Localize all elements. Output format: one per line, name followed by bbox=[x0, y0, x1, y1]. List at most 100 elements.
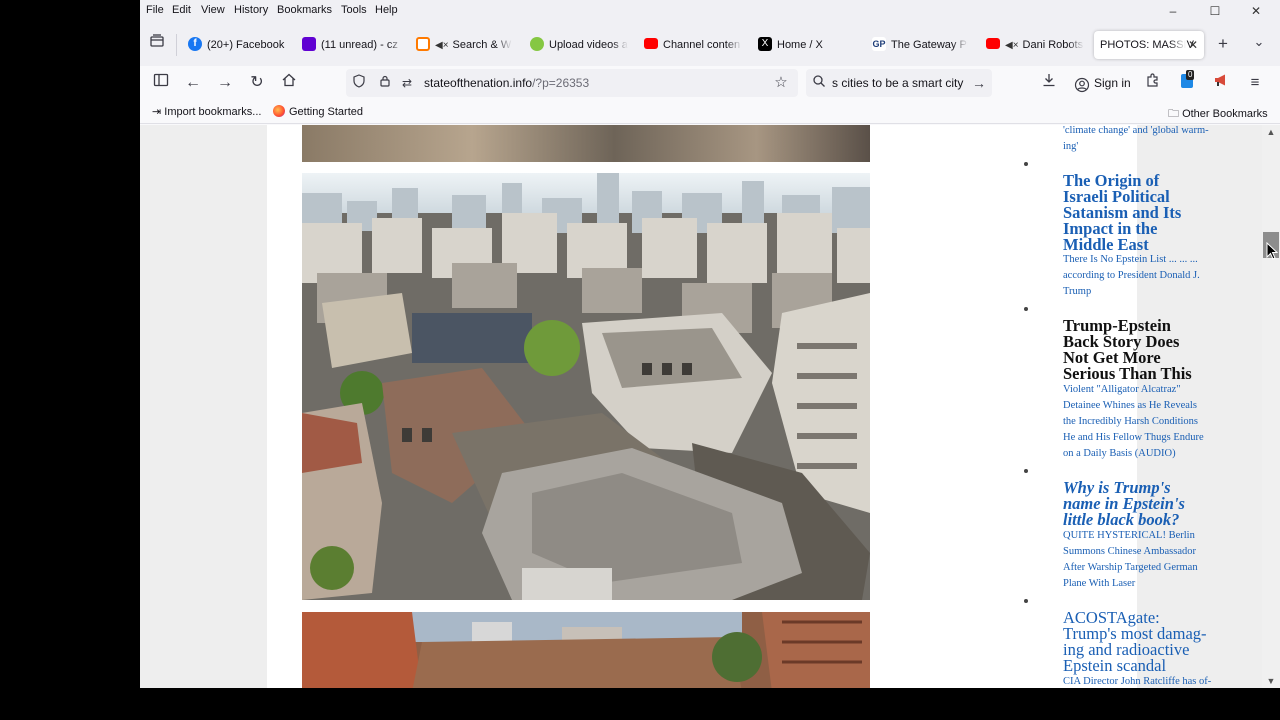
tab-dani-robots[interactable]: ◀× Dani Robots bbox=[986, 31, 1084, 59]
lock-icon[interactable] bbox=[374, 72, 396, 94]
sidebar-toggle-icon[interactable] bbox=[150, 72, 172, 94]
sub-link-line: Detainee Whines as He Reveals bbox=[1063, 400, 1197, 411]
maximize-button[interactable]: ☐ bbox=[1200, 2, 1230, 20]
sub-link-line: Violent "Alligator Alcatraz" bbox=[1063, 384, 1181, 395]
sub-link-line: After Warship Targeted German bbox=[1063, 562, 1198, 573]
menu-edit[interactable]: Edit bbox=[172, 4, 191, 16]
sub-link-line: He and His Fellow Thugs Endure bbox=[1063, 432, 1204, 443]
sub-link-line: on a Daily Basis (AUDIO) bbox=[1063, 448, 1176, 459]
sidebar-sub-link[interactable]: QUITE HYSTERICAL! Berlin Summons Chinese… bbox=[1063, 528, 1231, 592]
bookmark-star-icon[interactable]: ☆ bbox=[770, 72, 792, 94]
import-icon: ⇥ bbox=[152, 106, 165, 118]
back-button[interactable]: ← bbox=[182, 72, 204, 94]
sub-link-line: according to President Donald J. bbox=[1063, 270, 1200, 281]
extension-badge-icon[interactable]: 0 bbox=[1176, 70, 1198, 94]
sub-link-line: Trump bbox=[1063, 286, 1092, 297]
sub-link-line: Plane With Laser bbox=[1063, 578, 1136, 589]
tracking-shield-icon[interactable] bbox=[348, 72, 370, 94]
sidebar-related-links: 'climate change' and 'global warm- ing' … bbox=[936, 125, 1211, 688]
sidebar-sub-link[interactable]: Violent "Alligator Alcatraz" Detainee Wh… bbox=[1063, 382, 1231, 462]
tab-label: Home / X bbox=[777, 39, 823, 51]
youtube-icon bbox=[644, 37, 658, 49]
snippet-line: 'climate change' and 'global warm- bbox=[1063, 125, 1209, 136]
mute-icon[interactable]: ◀× bbox=[1005, 32, 1019, 59]
sidebar-headline-link[interactable]: Trump-Epstein Back Story Does Not Get Mo… bbox=[1063, 317, 1231, 383]
mute-icon[interactable]: ◀× bbox=[435, 32, 449, 59]
new-tab-button[interactable]: + bbox=[1212, 33, 1234, 55]
hamburger-menu-icon[interactable]: ≡ bbox=[1244, 72, 1266, 94]
sub-link-line: the Incredibly Harsh Conditions bbox=[1063, 416, 1199, 427]
tab-search[interactable]: ◀× Search & W bbox=[416, 31, 512, 59]
other-bookmarks-button[interactable]: 🗀 Other Bookmarks bbox=[1168, 105, 1268, 124]
article-photo-top bbox=[302, 125, 870, 162]
getting-started-bookmark[interactable]: Getting Started bbox=[273, 105, 363, 118]
tab-rumble[interactable]: Upload videos a bbox=[530, 31, 628, 59]
tab-facebook[interactable]: f (20+) Facebook bbox=[188, 31, 288, 59]
snippet-line: ing' bbox=[1063, 141, 1079, 152]
menu-view[interactable]: View bbox=[201, 4, 225, 16]
youtube-icon bbox=[986, 37, 1000, 49]
tab-label: (20+) Facebook bbox=[207, 39, 285, 51]
list-bullet bbox=[1024, 599, 1028, 603]
tab-active-photos[interactable]: PHOTOS: MASSIV ✕ bbox=[1094, 31, 1204, 59]
sidebar-headline-link[interactable]: The Origin of Israeli Political Satanism… bbox=[1063, 172, 1231, 253]
permissions-icon[interactable]: ⇄ bbox=[396, 72, 418, 94]
tab-mail[interactable]: (11 unread) - cz bbox=[302, 31, 404, 59]
gateway-pundit-icon: GP bbox=[872, 37, 886, 52]
minimize-button[interactable]: – bbox=[1158, 2, 1188, 20]
account-icon bbox=[1074, 75, 1090, 103]
forward-button[interactable]: → bbox=[214, 72, 236, 94]
sidebar-headline-link[interactable]: Why is Trump's name in Epstein's little … bbox=[1063, 479, 1231, 529]
search-go-icon[interactable]: → bbox=[968, 72, 990, 94]
scroll-down-arrow-icon[interactable]: ▼ bbox=[1262, 674, 1280, 688]
facebook-icon: f bbox=[188, 37, 202, 52]
extension-badge-count: 0 bbox=[1186, 70, 1195, 80]
menu-help[interactable]: Help bbox=[375, 4, 398, 16]
sidebar-sub-link[interactable]: There Is No Epstein List ... ... ... acc… bbox=[1063, 252, 1231, 300]
url-text[interactable]: stateofthenation.info/?p=26353 bbox=[424, 76, 589, 90]
import-bookmarks-label: Import bookmarks... bbox=[164, 106, 262, 118]
x-icon: X bbox=[758, 37, 772, 52]
tab-overview-icon[interactable] bbox=[146, 33, 168, 55]
menu-bookmarks[interactable]: Bookmarks bbox=[277, 4, 332, 16]
menu-bar: File Edit View History Bookmarks Tools H… bbox=[140, 0, 1280, 22]
headline-line: little black book? bbox=[1063, 510, 1180, 529]
tab-label: (11 unread) - cz bbox=[321, 39, 398, 51]
sidebar-headline-link[interactable]: ACOSTAgate: Trump's most damag- ing and … bbox=[1063, 609, 1231, 674]
reload-button[interactable]: ↻ bbox=[246, 72, 268, 94]
import-bookmarks-button[interactable]: ⇥ Import bookmarks... bbox=[152, 105, 261, 118]
sidebar-link-snippet[interactable]: 'climate change' and 'global warm- ing' bbox=[1063, 125, 1231, 155]
window-close-button[interactable]: ✕ bbox=[1241, 2, 1271, 20]
sub-link-line: QUITE HYSTERICAL! Berlin bbox=[1063, 530, 1195, 541]
sidebar-sub-link[interactable]: CIA Director John Ratcliffe has of- bbox=[1063, 674, 1231, 688]
menu-tools[interactable]: Tools bbox=[341, 4, 367, 16]
getting-started-label: Getting Started bbox=[289, 106, 363, 118]
folder-icon: 🗀 bbox=[1168, 108, 1183, 120]
tab-x[interactable]: X Home / X bbox=[758, 31, 854, 59]
headline-line: Serious Than This bbox=[1063, 364, 1192, 383]
extensions-icon[interactable] bbox=[1142, 72, 1164, 94]
list-all-tabs-button[interactable]: ⌄ bbox=[1248, 31, 1270, 53]
browser-window: File Edit View History Bookmarks Tools H… bbox=[140, 0, 1280, 688]
url-bar[interactable]: ⇄ stateofthenation.info/?p=26353 ☆ bbox=[346, 69, 798, 97]
home-button[interactable] bbox=[278, 72, 300, 94]
menu-history[interactable]: History bbox=[234, 4, 268, 16]
megaphone-extension-icon[interactable] bbox=[1210, 72, 1232, 94]
search-query[interactable]: s cities to be a smart city bbox=[832, 76, 963, 90]
navigation-bar: ← → ↻ ⇄ stateofthenation.info/?p=26353 ☆… bbox=[140, 66, 1280, 100]
tab-youtube-studio[interactable]: Channel conten bbox=[644, 31, 742, 59]
other-bookmarks-label: Other Bookmarks bbox=[1182, 108, 1268, 120]
scroll-up-arrow-icon[interactable]: ▲ bbox=[1262, 125, 1280, 139]
tab-gateway-pundit[interactable]: GP The Gateway Pu bbox=[872, 31, 968, 59]
close-tab-icon[interactable]: ✕ bbox=[1188, 31, 1198, 59]
list-bullet bbox=[1024, 469, 1028, 473]
article-photo-aerial-destruction bbox=[302, 173, 870, 600]
page-scrollbar[interactable]: ▲ ▼ bbox=[1262, 125, 1280, 688]
search-bar[interactable]: s cities to be a smart city → bbox=[806, 69, 992, 97]
article-photo-bottom bbox=[302, 612, 870, 688]
sign-in-button[interactable]: Sign in bbox=[1070, 69, 1144, 97]
search-app-icon bbox=[416, 37, 430, 52]
sub-link-line: There Is No Epstein List ... ... ... bbox=[1063, 254, 1198, 265]
downloads-icon[interactable] bbox=[1038, 72, 1060, 94]
menu-file[interactable]: File bbox=[146, 4, 164, 16]
